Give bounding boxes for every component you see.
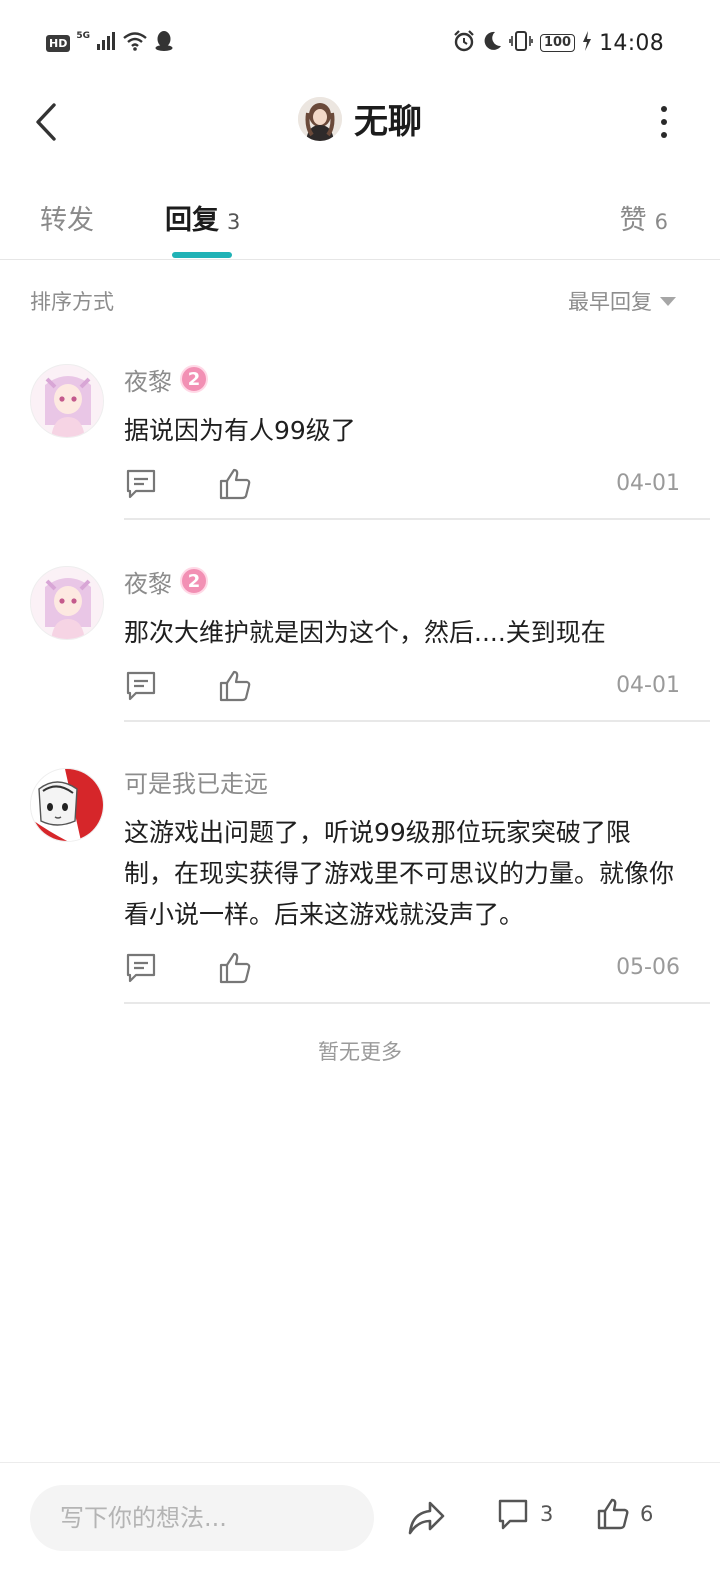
level-badge: 2 — [180, 567, 208, 595]
comment-text: 据说因为有人99级了 — [124, 416, 356, 445]
comment-text: 那次大维护就是因为这个，然后....关到现在 — [124, 618, 606, 647]
tab-label: 回复 — [165, 205, 219, 236]
sort-row: 排序方式 最早回复 — [0, 272, 720, 328]
username[interactable]: 夜黎 — [124, 564, 172, 599]
username[interactable]: 夜黎 — [124, 362, 172, 397]
sort-selected-value: 最早回复 — [568, 290, 652, 314]
sort-label: 排序方式 — [30, 290, 114, 314]
status-right: 100 14:08 — [453, 30, 664, 56]
comment-actions: 04-01 — [124, 467, 680, 507]
username[interactable]: 可是我已走远 — [124, 764, 268, 799]
comment-date: 04-01 — [616, 471, 680, 496]
tab-reply[interactable]: 回复 3 — [165, 198, 240, 237]
more-dot-icon — [661, 132, 667, 138]
comment-count: 3 — [540, 1502, 554, 1526]
vibrate-icon — [509, 31, 533, 55]
share-icon[interactable] — [406, 1499, 446, 1537]
thumbs-up-icon[interactable] — [218, 951, 252, 985]
like-count-button[interactable]: 6 — [596, 1497, 653, 1531]
caret-down-icon — [660, 296, 676, 306]
status-left: HD 5G — [46, 30, 174, 56]
status-bar: HD 5G 100 14:08 — [0, 0, 720, 86]
comment-input[interactable] — [60, 1504, 374, 1532]
comment-date: 04-01 — [616, 673, 680, 698]
user-avatar[interactable] — [30, 566, 104, 640]
hd-badge: HD — [46, 34, 71, 52]
comment-divider — [124, 518, 710, 520]
comment-header: 可是我已走远 — [124, 764, 680, 798]
charging-icon — [582, 31, 592, 55]
tab-forward[interactable]: 转发 — [40, 198, 102, 237]
title-bar: 无聊 — [0, 86, 720, 158]
post-avatar[interactable] — [298, 96, 342, 141]
moon-icon — [482, 31, 502, 55]
level-badge: 2 — [180, 365, 208, 393]
network-type: 5G — [76, 31, 90, 41]
bottom-bar: 3 6 — [0, 1462, 720, 1592]
no-more-label: 暂无更多 — [318, 1040, 402, 1064]
comment-actions: 04-01 — [124, 669, 680, 709]
comment-body: 夜黎 2 那次大维护就是因为这个，然后....关到现在 04-01 — [124, 564, 680, 709]
clock: 14:08 — [599, 30, 664, 56]
tab-count: 3 — [227, 210, 241, 234]
more-dot-icon — [661, 119, 667, 125]
signal-icon — [96, 32, 116, 54]
wifi-icon — [122, 31, 148, 55]
page-title: 无聊 — [354, 102, 422, 142]
comment-actions: 05-06 — [124, 951, 680, 991]
comment-divider — [124, 1002, 710, 1004]
user-avatar[interactable] — [30, 768, 104, 842]
comment-body: 可是我已走远 这游戏出问题了，听说99级那位玩家突破了限制，在现实获得了游戏里不… — [124, 764, 680, 991]
battery-indicator: 100 — [539, 34, 576, 52]
active-tab-indicator — [172, 252, 232, 258]
like-count: 6 — [640, 1502, 654, 1526]
sort-dropdown[interactable]: 最早回复 — [568, 286, 676, 316]
thumbs-up-icon[interactable] — [218, 467, 252, 501]
comment-divider — [124, 720, 710, 722]
tab-count: 6 — [654, 210, 668, 234]
alarm-icon — [453, 30, 475, 56]
reply-icon[interactable] — [124, 467, 158, 501]
tab-label: 赞 — [619, 205, 647, 236]
comment-body: 夜黎 2 据说因为有人99级了 04-01 — [124, 362, 680, 507]
thumbs-up-icon — [597, 1498, 629, 1530]
comment-header: 夜黎 2 — [124, 362, 680, 396]
title-group: 无聊 — [0, 94, 720, 143]
reply-icon[interactable] — [124, 669, 158, 703]
comment-input-box[interactable] — [30, 1485, 374, 1551]
more-dot-icon — [661, 106, 667, 112]
user-avatar[interactable] — [30, 364, 104, 438]
more-options-button[interactable] — [652, 104, 676, 140]
thumbs-up-icon[interactable] — [218, 669, 252, 703]
comment-icon — [498, 1499, 528, 1530]
comment-text: 这游戏出问题了，听说99级那位玩家突破了限制，在现实获得了游戏里不可思议的力量。… — [124, 818, 675, 929]
tab-like[interactable]: 赞 6 — [620, 198, 668, 237]
reply-icon[interactable] — [124, 951, 158, 985]
qq-icon — [154, 30, 174, 56]
comment-date: 05-06 — [616, 955, 680, 980]
comment-header: 夜黎 2 — [124, 564, 680, 598]
tab-bar: 转发 回复 3 赞 6 — [0, 178, 720, 260]
comment-count-button[interactable]: 3 — [496, 1497, 553, 1531]
tab-label: 转发 — [40, 205, 94, 236]
